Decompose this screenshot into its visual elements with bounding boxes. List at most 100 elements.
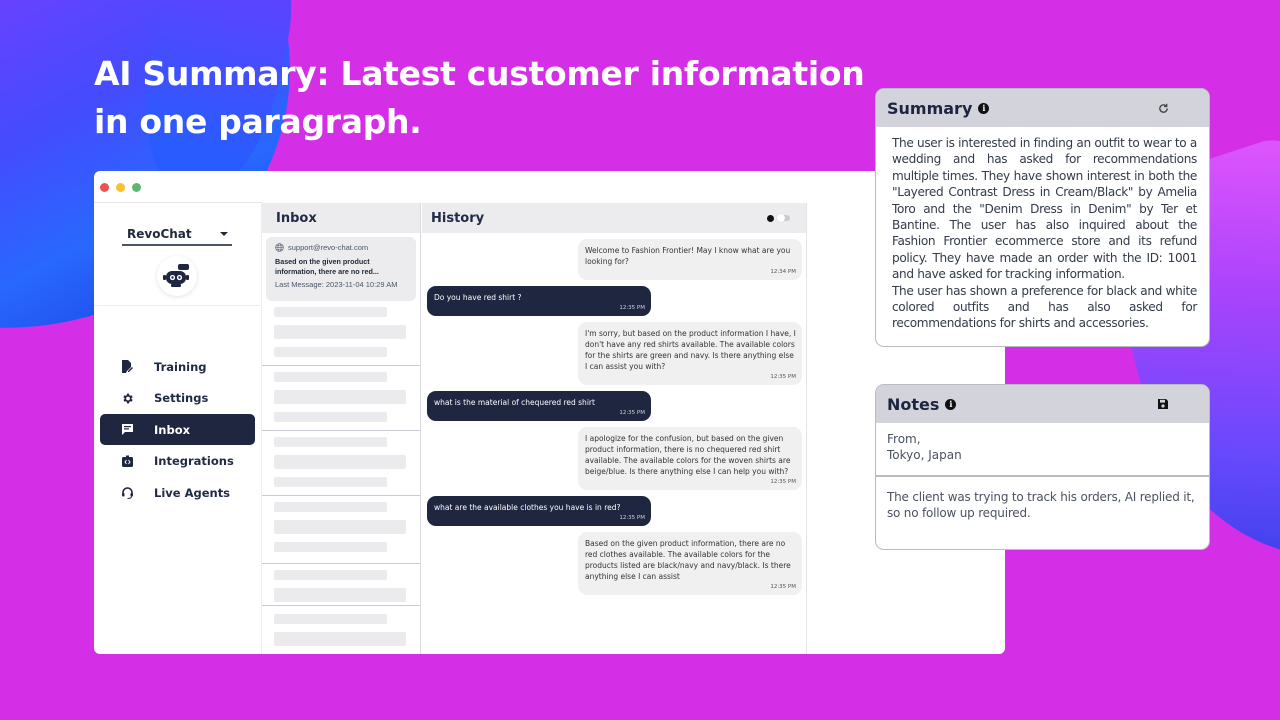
inbox-panel: Inbox support@revo-chat.com Based on the… bbox=[262, 203, 421, 654]
sidebar-item-integrations[interactable]: Integrations bbox=[100, 446, 255, 477]
message-time: 12:35 PM bbox=[770, 374, 796, 380]
message-text: Based on the given product information, … bbox=[585, 539, 791, 581]
notes-location-field[interactable]: From, Tokyo, Japan bbox=[876, 423, 1209, 477]
message-text: I apologize for the confusion, but based… bbox=[585, 434, 791, 476]
message-time: 12:34 PM bbox=[770, 269, 796, 275]
skeleton-line bbox=[274, 632, 406, 646]
conversation-last-message: Last Message: 2023-11-04 10:29 AM bbox=[275, 280, 398, 289]
workspace-name: RevoChat bbox=[127, 227, 192, 241]
conversation-placeholder bbox=[262, 431, 420, 496]
info-icon[interactable]: i bbox=[978, 102, 990, 114]
conversation-email-row: support@revo-chat.com bbox=[275, 243, 407, 252]
message-text: what are the available clothes you have … bbox=[434, 503, 621, 512]
skeleton-line bbox=[274, 477, 387, 487]
gear-icon bbox=[120, 391, 134, 405]
info-icon[interactable]: i bbox=[945, 398, 957, 410]
workspace-select[interactable]: RevoChat bbox=[122, 227, 232, 246]
skeleton-line bbox=[274, 437, 387, 447]
summary-text: The user is interested in finding an out… bbox=[876, 127, 1209, 332]
sidebar-nav: Training Settings Inbox Integrations Liv… bbox=[100, 351, 255, 509]
headline: AI Summary: Latest customer information … bbox=[94, 50, 874, 146]
message-time: 12:35 PM bbox=[770, 479, 796, 485]
bot-message: Based on the given product information, … bbox=[578, 532, 802, 595]
sidebar-item-live-agents[interactable]: Live Agents bbox=[100, 477, 255, 508]
user-message: what are the available clothes you have … bbox=[427, 496, 651, 526]
message-text: what is the material of chequered red sh… bbox=[434, 398, 595, 407]
skeleton-line bbox=[274, 307, 387, 317]
sidebar-item-settings[interactable]: Settings bbox=[100, 383, 255, 414]
message-text: I'm sorry, but based on the product info… bbox=[585, 329, 796, 371]
conversation-placeholder bbox=[262, 366, 420, 431]
skeleton-line bbox=[274, 542, 387, 552]
window-controls bbox=[100, 183, 141, 192]
sidebar-item-label: Integrations bbox=[154, 454, 234, 469]
headline-line-2: in one paragraph. bbox=[94, 102, 422, 141]
sidebar-item-label: Settings bbox=[154, 391, 209, 406]
integrations-icon bbox=[120, 454, 134, 468]
skeleton-line bbox=[274, 347, 387, 357]
history-header: History bbox=[422, 203, 806, 233]
summary-header: Summary i bbox=[876, 89, 1209, 127]
notes-panel: Notes i From, Tokyo, Japan The client wa… bbox=[875, 384, 1210, 550]
message-time: 12:35 PM bbox=[619, 305, 645, 311]
message-time: 12:35 PM bbox=[619, 515, 645, 521]
conversation-item[interactable]: support@revo-chat.com Based on the given… bbox=[266, 237, 416, 301]
training-icon bbox=[120, 360, 134, 374]
skeleton-line bbox=[274, 588, 406, 602]
refresh-icon[interactable] bbox=[1158, 103, 1169, 114]
skeleton-line bbox=[274, 502, 387, 512]
chevron-down-icon bbox=[220, 232, 228, 236]
history-controls bbox=[767, 214, 790, 222]
globe-icon bbox=[275, 243, 284, 252]
notes-body-field[interactable]: The client was trying to track his order… bbox=[876, 477, 1209, 533]
summary-paragraph: The user has shown a preference for blac… bbox=[892, 283, 1197, 331]
skeleton-line bbox=[274, 390, 406, 404]
inbox-title: Inbox bbox=[262, 203, 420, 233]
history-title: History bbox=[431, 210, 485, 226]
headline-line-1: AI Summary: Latest customer information bbox=[94, 54, 865, 93]
skeleton-line bbox=[274, 412, 387, 422]
message-time: 12:35 PM bbox=[619, 410, 645, 416]
skeleton-line bbox=[274, 570, 387, 580]
maximize-window-button[interactable] bbox=[132, 183, 141, 192]
summary-panel: Summary i The user is interested in find… bbox=[875, 88, 1210, 347]
user-message: what is the material of chequered red sh… bbox=[427, 391, 651, 421]
skeleton-line bbox=[274, 372, 387, 382]
conversation-email: support@revo-chat.com bbox=[288, 243, 369, 252]
notes-from-label: From, bbox=[887, 432, 921, 446]
sidebar-item-label: Training bbox=[154, 359, 207, 374]
sidebar-item-training[interactable]: Training bbox=[100, 351, 255, 382]
message-text: Do you have red shirt ? bbox=[434, 293, 522, 302]
history-toggle[interactable] bbox=[777, 214, 790, 222]
app-window: RevoChat Training Settings Inbox Integra… bbox=[94, 171, 1005, 654]
sidebar-item-inbox[interactable]: Inbox bbox=[100, 414, 255, 446]
summary-title: Summary bbox=[887, 98, 973, 118]
close-window-button[interactable] bbox=[100, 183, 109, 192]
bot-message: Welcome to Fashion Frontier! May I know … bbox=[578, 239, 802, 280]
conversation-preview: Based on the given product information, … bbox=[275, 257, 379, 276]
sidebar: RevoChat Training Settings Inbox Integra… bbox=[94, 203, 262, 654]
conversation-placeholder bbox=[262, 496, 420, 564]
skeleton-line bbox=[274, 325, 406, 339]
message-text: Welcome to Fashion Frontier! May I know … bbox=[585, 246, 791, 266]
notes-title-row: Notes i bbox=[887, 394, 957, 414]
sidebar-item-label: Live Agents bbox=[154, 485, 231, 500]
summary-paragraph: The user is interested in finding an out… bbox=[892, 136, 1197, 282]
conversation-placeholder bbox=[262, 606, 420, 654]
bot-message: I apologize for the confusion, but based… bbox=[578, 427, 802, 490]
save-icon[interactable] bbox=[1157, 398, 1169, 410]
inbox-icon bbox=[120, 423, 134, 437]
summary-title-row: Summary i bbox=[887, 98, 990, 118]
conversation-placeholder bbox=[262, 301, 420, 366]
info-icon[interactable] bbox=[767, 214, 774, 222]
user-message: Do you have red shirt ? 12:35 PM bbox=[427, 286, 651, 316]
notes-title: Notes bbox=[887, 394, 940, 414]
sidebar-item-label: Inbox bbox=[154, 422, 191, 437]
message-list: Welcome to Fashion Frontier! May I know … bbox=[422, 233, 806, 595]
minimize-window-button[interactable] bbox=[116, 183, 125, 192]
message-time: 12:35 PM bbox=[770, 584, 796, 590]
skeleton-line bbox=[274, 520, 406, 534]
history-panel: History Welcome to Fashion Frontier! May… bbox=[422, 203, 807, 654]
headset-icon bbox=[120, 486, 134, 500]
robot-icon bbox=[163, 264, 189, 287]
